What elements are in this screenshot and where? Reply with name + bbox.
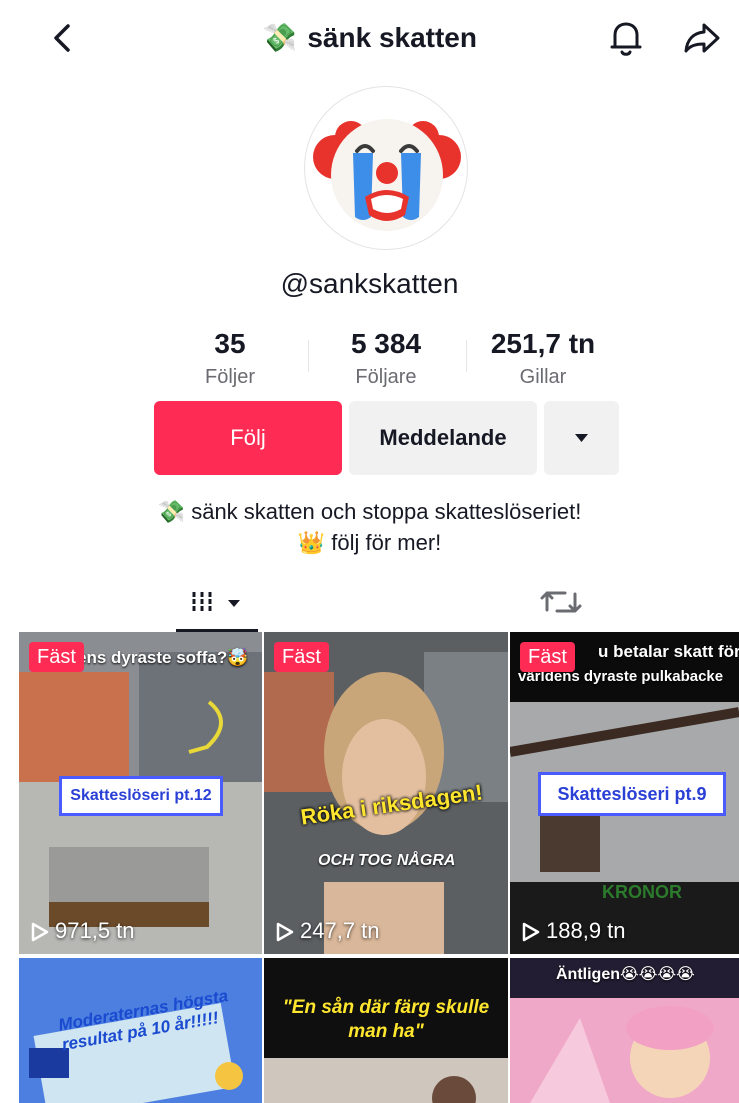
view-count-text: 188,9 tn	[546, 918, 626, 943]
play-icon	[522, 922, 540, 942]
share-button[interactable]	[680, 18, 724, 58]
bio-text-1: sänk skatten och stoppa skatteslöseriet!	[191, 499, 582, 524]
stat-likes-label: Gillar	[519, 366, 567, 388]
video-tile[interactable]: Moderaternas högsta resultat på 10 år!!!…	[19, 958, 262, 1103]
stat-followers[interactable]: 5 384 Följare	[326, 326, 446, 392]
bell-icon	[610, 22, 642, 56]
video-tile[interactable]: ens dyraste soffa?🤯 Fäst Skatteslöseri p…	[19, 632, 262, 954]
stat-followers-value: 5 384	[350, 328, 422, 359]
pinned-badge: Fäst	[29, 642, 84, 672]
caret-down-icon	[575, 434, 588, 442]
tab-reposts[interactable]	[520, 580, 602, 632]
stat-following[interactable]: 35 Följer	[180, 326, 280, 392]
pinned-badge: Fäst	[520, 642, 575, 672]
video-tile[interactable]: Fäst Röka i riksdagen! OCH TOG NÅGRA 247…	[264, 632, 508, 954]
video-grid: ens dyraste soffa?🤯 Fäst Skatteslöseri p…	[0, 632, 739, 1103]
follow-button[interactable]: Följ	[154, 401, 342, 475]
view-count-text: 971,5 tn	[55, 918, 135, 943]
crying-clown-icon	[313, 119, 461, 231]
message-button[interactable]: Meddelande	[349, 401, 537, 475]
stat-likes-value: 251,7 tn	[490, 328, 596, 359]
pinned-badge: Fäst	[274, 642, 329, 672]
bio-text-2: följ för mer!	[331, 530, 442, 555]
video-caption: Äntligen😭😭😭😭	[556, 966, 695, 983]
share-arrow-icon	[684, 23, 720, 53]
stat-followers-label: Följare	[355, 366, 417, 388]
page-title-text: sänk skatten	[307, 22, 477, 53]
crown-icon: 👑	[297, 530, 326, 555]
video-caption: u betalar skatt för	[598, 642, 739, 661]
stat-following-label: Följer	[204, 366, 255, 388]
video-tile[interactable]: Äntligen😭😭😭😭	[510, 958, 739, 1103]
bio-line-2: 👑 följ för mer!	[0, 528, 739, 558]
series-badge: Skatteslöseri pt.12	[59, 776, 223, 816]
top-bar: 💸 sänk skatten	[0, 0, 739, 76]
notifications-button[interactable]	[606, 16, 646, 60]
stat-divider	[466, 340, 467, 372]
view-count: 188,9 tn	[522, 916, 626, 946]
video-caption: "En sån där färg skulle man ha"	[282, 997, 490, 1042]
play-icon	[276, 922, 294, 942]
video-tile[interactable]: u betalar skatt för världens dyraste pul…	[510, 632, 739, 954]
video-tile[interactable]: "En sån där färg skulle man ha"	[264, 958, 508, 1103]
money-wings-icon: 💸	[157, 499, 186, 524]
video-watermark: KRONOR	[602, 882, 682, 902]
view-count: 971,5 tn	[31, 916, 135, 946]
avatar[interactable]	[304, 86, 468, 250]
repost-icon	[540, 591, 582, 613]
stat-following-value: 35	[214, 328, 246, 359]
view-count: 247,7 tn	[276, 916, 380, 946]
play-icon	[31, 922, 49, 942]
more-options-button[interactable]	[544, 401, 619, 475]
tab-videos[interactable]	[176, 580, 258, 632]
username: @sankskatten	[280, 268, 459, 299]
view-count-text: 247,7 tn	[300, 918, 380, 943]
bio-line-1: 💸 sänk skatten och stoppa skatteslöserie…	[0, 497, 739, 527]
video-subcaption: OCH TOG NÅGRA	[318, 852, 456, 869]
video-caption: ens dyraste soffa?🤯	[77, 648, 249, 667]
money-wings-icon: 💸	[262, 22, 297, 53]
stat-likes[interactable]: 251,7 tn Gillar	[480, 326, 606, 392]
series-badge: Skatteslöseri pt.9	[538, 772, 726, 816]
grid-columns-icon	[192, 592, 240, 612]
stat-divider	[308, 340, 309, 372]
